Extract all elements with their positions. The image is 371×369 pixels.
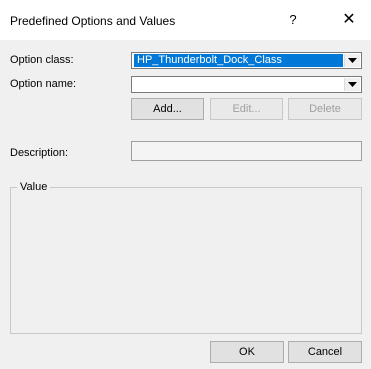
cancel-button[interactable]: Cancel bbox=[288, 341, 362, 363]
question-mark-icon: ? bbox=[289, 12, 297, 27]
delete-button[interactable]: Delete bbox=[288, 98, 362, 120]
option-class-dropdown[interactable]: HP_Thunderbolt_Dock_Class bbox=[131, 52, 362, 69]
close-icon: ✕ bbox=[342, 11, 356, 28]
dialog-footer: OK Cancel bbox=[0, 337, 371, 369]
value-groupbox: Value bbox=[10, 181, 362, 334]
title-bar: Predefined Options and Values ? ✕ bbox=[0, 0, 371, 40]
dialog-client-area: Option class: HP_Thunderbolt_Dock_Class … bbox=[0, 40, 371, 369]
option-class-value: HP_Thunderbolt_Dock_Class bbox=[134, 54, 343, 67]
description-label: Description: bbox=[10, 147, 69, 159]
add-button[interactable]: Add... bbox=[131, 98, 204, 120]
value-group-label: Value bbox=[17, 181, 51, 193]
option-name-value bbox=[134, 78, 140, 91]
description-field[interactable] bbox=[131, 141, 362, 161]
help-button[interactable]: ? bbox=[280, 8, 306, 32]
window-title: Predefined Options and Values bbox=[10, 14, 176, 28]
chevron-down-icon[interactable] bbox=[344, 78, 360, 91]
chevron-down-icon[interactable] bbox=[344, 54, 360, 67]
edit-button[interactable]: Edit... bbox=[210, 98, 283, 120]
option-name-dropdown[interactable] bbox=[131, 76, 362, 93]
option-name-label: Option name: bbox=[10, 78, 77, 90]
close-button[interactable]: ✕ bbox=[334, 8, 364, 32]
option-class-label: Option class: bbox=[10, 54, 74, 66]
ok-button[interactable]: OK bbox=[210, 341, 284, 363]
